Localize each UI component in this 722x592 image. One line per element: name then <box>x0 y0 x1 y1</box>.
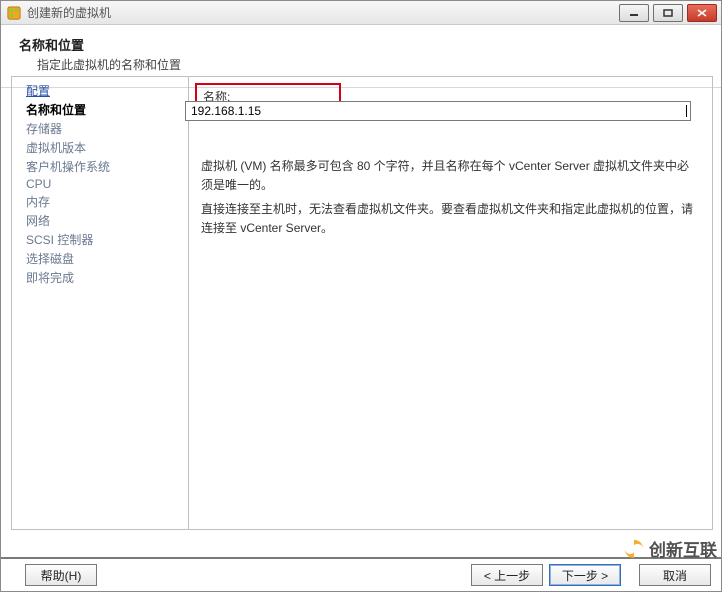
titlebar: 创建新的虚拟机 <box>1 1 721 25</box>
step-4: 客户机操作系统 <box>12 157 188 176</box>
help-line-1: 虚拟机 (VM) 名称最多可包含 80 个字符，并且名称在每个 vCenter … <box>201 157 700 194</box>
step-5: CPU <box>12 176 188 192</box>
page-subtitle: 指定此虚拟机的名称和位置 <box>37 56 709 73</box>
help-line-2: 直接连接至主机时，无法查看虚拟机文件夹。要查看虚拟机文件夹和指定此虚拟机的位置，… <box>201 200 700 237</box>
vm-name-input[interactable] <box>189 103 685 119</box>
step-sidebar: 配置名称和位置存储器虚拟机版本客户机操作系统CPU内存网络SCSI 控制器选择磁… <box>11 76 189 530</box>
close-icon <box>697 9 707 17</box>
page-title: 名称和位置 <box>19 35 709 54</box>
step-3: 虚拟机版本 <box>12 138 188 157</box>
help-text: 虚拟机 (VM) 名称最多可包含 80 个字符，并且名称在每个 vCenter … <box>201 157 700 237</box>
body-area: 配置名称和位置存储器虚拟机版本客户机操作系统CPU内存网络SCSI 控制器选择磁… <box>1 76 721 557</box>
app-icon <box>7 6 21 20</box>
close-button[interactable] <box>687 4 717 22</box>
maximize-icon <box>663 9 673 17</box>
next-button[interactable]: 下一步 > <box>549 564 621 586</box>
step-10: 即将完成 <box>12 268 188 287</box>
back-button[interactable]: < 上一步 <box>471 564 543 586</box>
minimize-button[interactable] <box>619 4 649 22</box>
wizard-window: 创建新的虚拟机 名称和位置 指定此虚拟机的名称和位置 配置名称和位置存储器虚拟机… <box>0 0 722 592</box>
step-2: 存储器 <box>12 119 188 138</box>
step-0[interactable]: 配置 <box>12 81 188 100</box>
cancel-button[interactable]: 取消 <box>639 564 711 586</box>
step-6: 内存 <box>12 192 188 211</box>
step-7: 网络 <box>12 211 188 230</box>
window-title: 创建新的虚拟机 <box>27 4 619 21</box>
footer: 帮助(H) < 上一步 下一步 > 取消 <box>1 557 721 591</box>
step-list: 配置名称和位置存储器虚拟机版本客户机操作系统CPU内存网络SCSI 控制器选择磁… <box>12 81 188 287</box>
minimize-icon <box>629 9 639 17</box>
main-panel: 名称: 虚拟机 (VM) 名称最多可包含 80 个字符，并且名称在每个 vCen… <box>189 76 713 530</box>
name-input-wrap[interactable] <box>185 101 691 121</box>
maximize-button[interactable] <box>653 4 683 22</box>
window-controls <box>619 4 717 22</box>
step-9: 选择磁盘 <box>12 249 188 268</box>
step-1: 名称和位置 <box>12 100 188 119</box>
help-button[interactable]: 帮助(H) <box>25 564 97 586</box>
text-caret <box>686 105 687 117</box>
step-8: SCSI 控制器 <box>12 230 188 249</box>
